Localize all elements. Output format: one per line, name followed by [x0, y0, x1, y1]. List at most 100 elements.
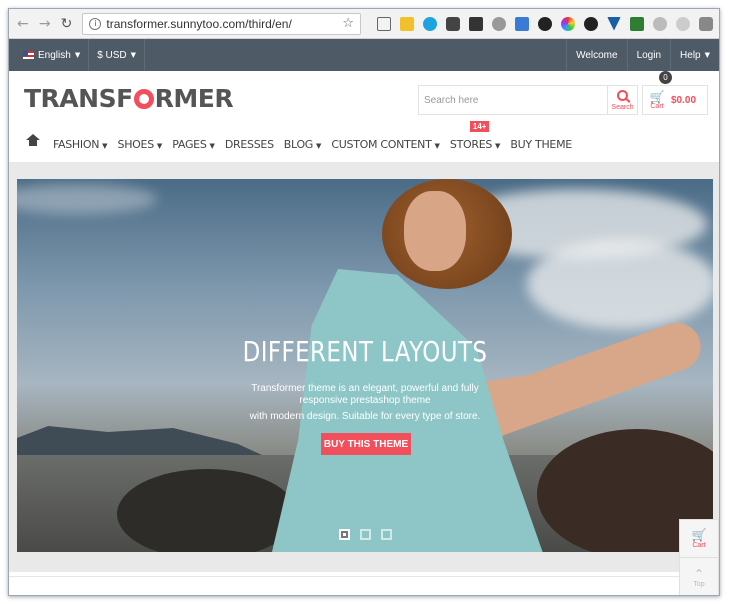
figure-face — [404, 191, 466, 271]
url-text[interactable]: transformer.sunnytoo.com/third/en/ — [106, 17, 337, 31]
nav-item-label: FASHION — [53, 137, 100, 151]
nav-item-label: BUY THEME — [510, 137, 572, 151]
forward-icon[interactable]: → — [37, 16, 53, 32]
cart-label: Cart — [650, 102, 664, 110]
side-cart-button[interactable]: 🛒 Cart — [680, 520, 718, 558]
chevron-down-icon: ▼ — [704, 51, 710, 59]
currency-label: $ USD — [97, 49, 127, 61]
nav-item-label: BLOG — [283, 137, 314, 151]
nav-item-stores[interactable]: STORES ▼ 14+ — [449, 120, 501, 153]
hero-title: DIFFERENT LAYOUTS — [242, 335, 488, 368]
language-selector[interactable]: English ▼ — [9, 39, 90, 71]
hero-text-line: responsive prestashop theme — [299, 395, 431, 406]
back-icon[interactable]: ← — [15, 16, 31, 32]
extension-yellow-icon[interactable] — [400, 16, 414, 31]
cart-icon: 🛒 — [691, 528, 707, 542]
browser-window: ← → ↻ i transformer.sunnytoo.com/third/e… — [8, 8, 720, 596]
search-button-label: Search — [611, 103, 634, 111]
side-tools: 🛒 Cart ⌃ Top — [679, 519, 719, 595]
extension-dark-circle-icon[interactable] — [584, 16, 598, 31]
pocket-icon[interactable] — [699, 16, 713, 31]
chevron-down-icon: ▼ — [209, 141, 215, 150]
chevron-up-icon: ⌃ — [693, 566, 705, 581]
nav-item-label: DRESSES — [224, 137, 274, 151]
extension-circle-grey-icon[interactable] — [653, 16, 667, 31]
nav-item-label: STORES — [449, 137, 493, 151]
help-menu[interactable]: Help ▼ — [670, 39, 719, 71]
color-picker-icon[interactable] — [561, 16, 575, 31]
extension-green-icon[interactable] — [630, 16, 644, 31]
buy-theme-button[interactable]: BUY THIS THEME — [321, 433, 411, 455]
login-link[interactable]: Login — [626, 39, 670, 71]
cast-icon[interactable] — [377, 16, 391, 31]
chevron-down-icon: ▼ — [102, 141, 108, 150]
cloud-shape — [17, 184, 157, 214]
browser-toolbar: ← → ↻ i transformer.sunnytoo.com/third/e… — [9, 9, 719, 39]
cart-icon: 🛒 — [649, 89, 665, 104]
help-label: Help — [680, 49, 701, 61]
nav-menu: FASHION ▼ SHOES ▼ PAGES ▼ DRESSES BLOG ▼ CUSTOM C… — [53, 120, 582, 153]
cart-count-badge: 0 — [659, 70, 672, 84]
chevron-down-icon: ▼ — [434, 141, 440, 150]
search-button[interactable]: Search — [607, 86, 637, 114]
extensions-bar — [377, 16, 713, 31]
nav-item-dresses[interactable]: DRESSES — [225, 135, 274, 153]
nav-item-label: CUSTOM CONTENT — [331, 137, 432, 151]
chevron-down-icon: ▼ — [316, 141, 322, 150]
page-content: DIFFERENT LAYOUTS Transformer theme is a… — [9, 163, 719, 572]
extension-h-icon[interactable] — [469, 16, 483, 31]
back-to-top-label: Top — [693, 580, 705, 588]
page-bottom-strip — [9, 576, 719, 595]
site-logo[interactable]: TRANSF RMER — [24, 84, 234, 113]
top-bar: English ▼ $ USD ▼ Welcome Login Help ▼ — [9, 39, 719, 71]
search-input[interactable]: Search here — [419, 86, 607, 114]
slider-dot[interactable] — [360, 529, 371, 540]
extension-blue-icon[interactable] — [515, 16, 529, 31]
cart-widget[interactable]: 0 🛒 Cart $0.00 — [642, 70, 708, 115]
cloud-shape — [527, 239, 713, 329]
slider-dot[interactable] — [339, 529, 350, 540]
new-badge: 14+ — [469, 120, 490, 132]
logo-o-icon — [133, 88, 154, 109]
nav-item-blog[interactable]: BLOG ▼ — [284, 135, 322, 153]
hero-text-line: Transformer theme is an elegant, powerfu… — [251, 383, 479, 394]
address-bar[interactable]: i transformer.sunnytoo.com/third/en/ ☆ — [82, 12, 361, 35]
side-cart-label: Cart — [692, 542, 706, 549]
hero-slider[interactable]: DIFFERENT LAYOUTS Transformer theme is a… — [17, 179, 713, 552]
back-to-top-button[interactable]: ⌃ Top — [693, 558, 705, 595]
nav-item-shoes[interactable]: SHOES ▼ — [118, 135, 163, 153]
cart-button[interactable]: 0 🛒 Cart — [643, 70, 672, 110]
chevron-down-icon: ▼ — [156, 141, 163, 150]
reload-icon[interactable]: ↻ — [59, 16, 75, 32]
extension-avatar-icon[interactable] — [538, 16, 552, 31]
skype-grey-icon[interactable] — [676, 16, 690, 31]
nav-item-fashion[interactable]: FASHION ▼ — [53, 135, 108, 153]
chevron-down-icon: ▼ — [495, 141, 501, 150]
home-icon[interactable] — [26, 134, 40, 149]
nav-item-buy-theme[interactable]: BUY THEME — [510, 135, 572, 153]
cart-total: $0.00 — [671, 94, 697, 106]
slider-pagination — [339, 529, 392, 540]
slider-dot[interactable] — [381, 529, 392, 540]
language-label: English — [38, 49, 71, 61]
welcome-text: Welcome — [566, 39, 627, 71]
us-flag-icon — [23, 51, 34, 59]
chevron-down-icon: ▼ — [74, 51, 81, 59]
hero-text-line: with modern design. Suitable for every t… — [249, 411, 481, 422]
rock-shape — [117, 469, 297, 552]
search-icon — [617, 89, 628, 101]
vimeo-icon[interactable] — [607, 16, 621, 31]
nav-item-pages[interactable]: PAGES ▼ — [172, 135, 215, 153]
evernote-icon[interactable] — [446, 16, 460, 31]
nav-item-custom-content[interactable]: CUSTOM CONTENT ▼ — [331, 135, 439, 153]
info-icon[interactable]: i — [89, 17, 102, 30]
main-navigation: FASHION ▼ SHOES ▼ PAGES ▼ DRESSES BLOG ▼ CUSTOM C… — [9, 120, 719, 163]
skype-icon[interactable] — [423, 16, 437, 31]
search-form: Search here Search — [418, 85, 638, 115]
site-header: TRANSF RMER Search here Search 0 🛒 Cart $… — [9, 70, 719, 125]
currency-selector[interactable]: $ USD ▼ — [89, 39, 146, 71]
chevron-down-icon: ▼ — [130, 51, 137, 59]
nav-item-label: PAGES — [172, 137, 207, 151]
bookmark-star-icon[interactable]: ☆ — [342, 16, 354, 31]
extension-grey-icon[interactable] — [492, 16, 506, 31]
